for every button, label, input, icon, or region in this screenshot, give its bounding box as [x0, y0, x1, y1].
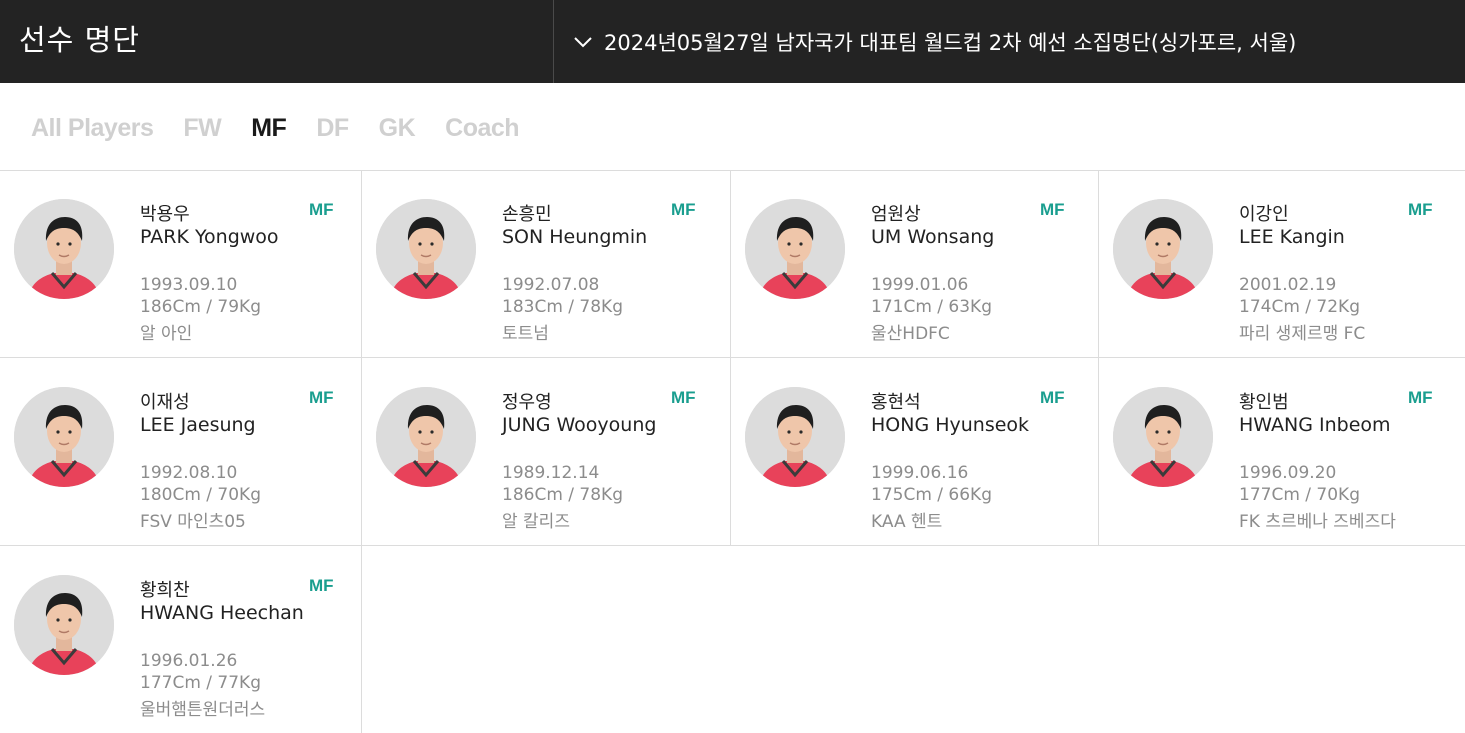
player-name-english: JUNG Wooyoung [502, 414, 657, 436]
player-height-weight: 174Cm / 72Kg [1239, 297, 1360, 317]
player-name-korean: 엄원상 [871, 204, 921, 225]
player-club: KAA 헨트 [871, 512, 943, 532]
player-card[interactable]: 이재성 LEE Jaesung MF 1992.08.10 180Cm / 70… [0, 358, 362, 546]
top-bar: 선수 명단 2024년05월27일 남자국가 대표팀 월드컵 2차 예선 소집명… [0, 0, 1465, 83]
player-name-korean: 이재성 [140, 392, 190, 413]
player-photo [1113, 199, 1213, 299]
player-height-weight: 183Cm / 78Kg [502, 297, 623, 317]
player-birthdate: 1999.01.06 [871, 275, 969, 295]
player-birthdate: 2001.02.19 [1239, 275, 1337, 295]
tab-coach[interactable]: Coach [445, 114, 519, 143]
tab-all-players[interactable]: All Players [31, 114, 154, 143]
player-birthdate: 1992.07.08 [502, 275, 600, 295]
player-card[interactable]: 손흥민 SON Heungmin MF 1992.07.08 183Cm / 7… [362, 170, 731, 358]
player-name-korean: 이강인 [1239, 204, 1289, 225]
player-card[interactable]: 정우영 JUNG Wooyoung MF 1989.12.14 186Cm / … [362, 358, 731, 546]
player-portrait-icon [376, 199, 476, 299]
player-photo [745, 387, 845, 487]
position-badge: MF [309, 576, 334, 595]
player-club: 알 칼리즈 [502, 512, 570, 532]
player-portrait-icon [376, 387, 476, 487]
tab-df[interactable]: DF [316, 114, 349, 143]
player-height-weight: 177Cm / 77Kg [140, 673, 261, 693]
player-name-english: HWANG Heechan [140, 602, 304, 624]
player-birthdate: 1992.08.10 [140, 463, 238, 483]
player-grid: 박용우 PARK Yongwoo MF 1993.09.10 186Cm / 7… [0, 170, 1465, 733]
tab-mf[interactable]: MF [251, 114, 287, 143]
player-name-korean: 정우영 [502, 392, 552, 413]
roster-selector-label: 2024년05월27일 남자국가 대표팀 월드컵 2차 예선 소집명단(싱가포르… [604, 30, 1297, 55]
player-name-english: UM Wonsang [871, 226, 995, 248]
player-birthdate: 1996.09.20 [1239, 463, 1337, 483]
player-photo [14, 199, 114, 299]
player-club: 파리 생제르맹 FC [1239, 324, 1366, 344]
player-club: FK 츠르베나 즈베즈다 [1239, 512, 1396, 532]
player-portrait-icon [1113, 387, 1213, 487]
player-height-weight: 175Cm / 66Kg [871, 485, 992, 505]
player-club: 알 아인 [140, 324, 193, 344]
player-portrait-icon [745, 199, 845, 299]
player-height-weight: 180Cm / 70Kg [140, 485, 261, 505]
player-height-weight: 186Cm / 78Kg [502, 485, 623, 505]
player-birthdate: 1989.12.14 [502, 463, 600, 483]
player-name-english: SON Heungmin [502, 226, 648, 248]
player-photo [376, 199, 476, 299]
position-badge: MF [1040, 388, 1065, 407]
player-name-korean: 홍현석 [871, 392, 921, 413]
player-name-english: LEE Jaesung [140, 414, 256, 436]
position-badge: MF [671, 200, 696, 219]
player-portrait-icon [745, 387, 845, 487]
position-tabs: All Players FW MF DF GK Coach [31, 108, 549, 148]
player-birthdate: 1993.09.10 [140, 275, 238, 295]
tab-fw[interactable]: FW [183, 114, 221, 143]
player-name-english: HONG Hyunseok [871, 414, 1030, 436]
player-birthdate: 1999.06.16 [871, 463, 969, 483]
player-name-korean: 황희찬 [140, 580, 190, 601]
player-name-korean: 손흥민 [502, 204, 552, 225]
player-card[interactable]: 이강인 LEE Kangin MF 2001.02.19 174Cm / 72K… [1099, 170, 1465, 358]
player-birthdate: 1996.01.26 [140, 651, 238, 671]
player-portrait-icon [14, 387, 114, 487]
player-card[interactable]: 홍현석 HONG Hyunseok MF 1999.06.16 175Cm / … [731, 358, 1099, 546]
page-title: 선수 명단 [19, 23, 140, 57]
player-portrait-icon [1113, 199, 1213, 299]
position-badge: MF [1040, 200, 1065, 219]
position-badge: MF [1408, 200, 1433, 219]
player-club: FSV 마인츠05 [140, 512, 246, 532]
player-name-korean: 황인범 [1239, 392, 1289, 413]
player-photo [745, 199, 845, 299]
player-card[interactable]: 황희찬 HWANG Heechan MF 1996.01.26 177Cm / … [0, 546, 362, 733]
player-club: 울버햄튼원더러스 [140, 700, 266, 720]
player-name-english: PARK Yongwoo [140, 226, 279, 248]
player-height-weight: 171Cm / 63Kg [871, 297, 992, 317]
player-card[interactable]: 황인범 HWANG Inbeom MF 1996.09.20 177Cm / 7… [1099, 358, 1465, 546]
player-photo [14, 575, 114, 675]
header-divider [553, 0, 554, 83]
player-photo [376, 387, 476, 487]
player-height-weight: 177Cm / 70Kg [1239, 485, 1360, 505]
player-name-korean: 박용우 [140, 204, 190, 225]
chevron-down-icon [574, 36, 592, 47]
player-portrait-icon [14, 575, 114, 675]
position-badge: MF [309, 200, 334, 219]
player-club: 울산HDFC [871, 324, 950, 344]
position-badge: MF [671, 388, 696, 407]
player-photo [1113, 387, 1213, 487]
player-photo [14, 387, 114, 487]
position-badge: MF [1408, 388, 1433, 407]
player-portrait-icon [14, 199, 114, 299]
player-club: 토트넘 [502, 324, 549, 344]
player-card[interactable]: 박용우 PARK Yongwoo MF 1993.09.10 186Cm / 7… [0, 170, 362, 358]
roster-selector-dropdown[interactable]: 2024년05월27일 남자국가 대표팀 월드컵 2차 예선 소집명단(싱가포르… [570, 0, 1296, 83]
player-height-weight: 186Cm / 79Kg [140, 297, 261, 317]
player-name-english: HWANG Inbeom [1239, 414, 1391, 436]
player-card[interactable]: 엄원상 UM Wonsang MF 1999.01.06 171Cm / 63K… [731, 170, 1099, 358]
position-badge: MF [309, 388, 334, 407]
player-name-english: LEE Kangin [1239, 226, 1345, 248]
tab-gk[interactable]: GK [379, 114, 416, 143]
